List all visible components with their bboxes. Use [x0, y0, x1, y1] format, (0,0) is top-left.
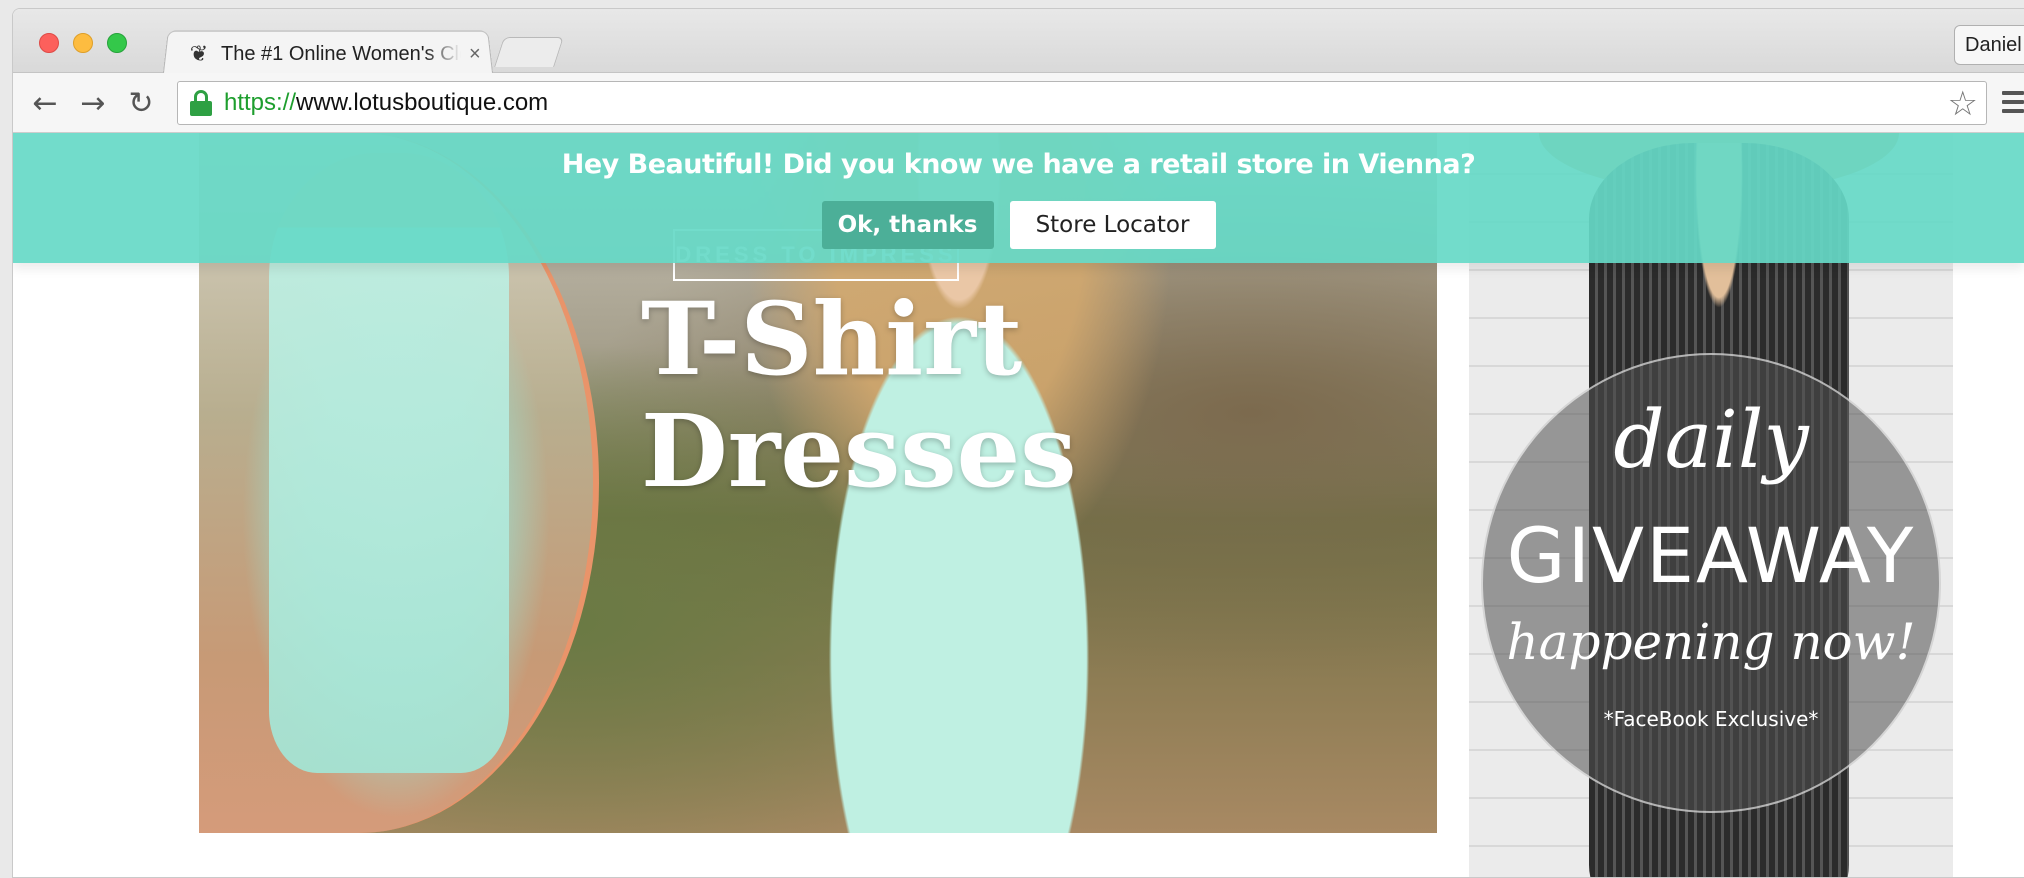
url-scheme: https://: [224, 89, 297, 116]
ok-thanks-button[interactable]: Ok, thanks: [821, 201, 994, 249]
address-bar[interactable]: https://www.lotusboutique.com ☆: [177, 81, 1987, 125]
hero-title-line1: T-Shirt: [641, 280, 1023, 398]
browser-window: ❦ The #1 Online Women's Clo × Daniel ← →…: [12, 8, 2024, 878]
tab-title: The #1 Online Women's Clo: [221, 42, 461, 65]
store-locator-button[interactable]: Store Locator: [1009, 201, 1216, 249]
lotus-icon: ❦: [189, 41, 209, 66]
giveaway-circle: daily GIVEAWAY happening now! *FaceBook …: [1481, 353, 1941, 813]
tab-strip: ❦ The #1 Online Women's Clo × Daniel: [13, 9, 2024, 73]
reload-icon[interactable]: ↻: [121, 83, 161, 123]
lock-icon: [190, 90, 212, 116]
back-arrow-icon[interactable]: ←: [25, 83, 65, 123]
new-tab-button[interactable]: [494, 37, 564, 67]
forward-arrow-icon[interactable]: →: [73, 83, 113, 123]
hamburger-menu-icon[interactable]: [2002, 91, 2024, 115]
hero-title: T-Shirt Dresses: [641, 283, 1161, 507]
browser-toolbar: ← → ↻ https://www.lotusboutique.com ☆: [13, 73, 2024, 133]
url-text: https://www.lotusboutique.com: [224, 89, 548, 117]
url-host: www.lotusboutique.com: [296, 89, 549, 116]
page-content: DRESS TO IMPRESS T-Shirt Dresses daily G…: [13, 133, 2024, 877]
close-window-button[interactable]: [39, 33, 59, 53]
notice-actions: Ok, thanks Store Locator: [13, 201, 2024, 249]
notice-message: Hey Beautiful! Did you know we have a re…: [561, 149, 1476, 180]
bookmark-star-icon[interactable]: ☆: [1948, 84, 1978, 124]
zoom-window-button[interactable]: [107, 33, 127, 53]
tab-close-icon[interactable]: ×: [469, 43, 481, 66]
hero-title-line2: Dresses: [641, 392, 1077, 510]
giveaway-subtitle: happening now!: [1506, 613, 1916, 671]
giveaway-title: GIVEAWAY: [1506, 511, 1916, 600]
giveaway-daily-text: daily: [1613, 393, 1809, 486]
minimize-window-button[interactable]: [73, 33, 93, 53]
tab-content[interactable]: ❦ The #1 Online Women's Clo ×: [171, 37, 489, 71]
giveaway-note: *FaceBook Exclusive*: [1603, 707, 1819, 731]
store-notice-bar: Hey Beautiful! Did you know we have a re…: [13, 133, 2024, 263]
profile-button[interactable]: Daniel: [1954, 25, 2024, 65]
